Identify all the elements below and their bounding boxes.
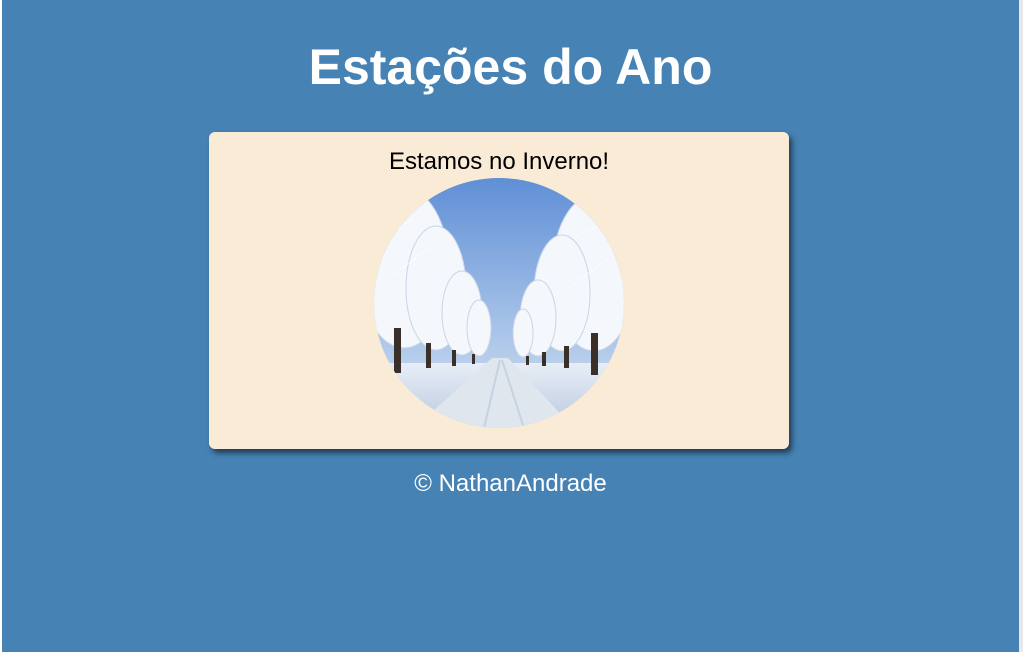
footer-copyright: © NathanAndrade [414,470,607,497]
page-title: Estações do Ano [308,39,713,95]
season-message: Estamos no Inverno! [388,148,610,175]
window-edge [1019,0,1023,652]
winter-photo [374,178,624,428]
season-card: Estamos no Inverno! [209,132,789,449]
